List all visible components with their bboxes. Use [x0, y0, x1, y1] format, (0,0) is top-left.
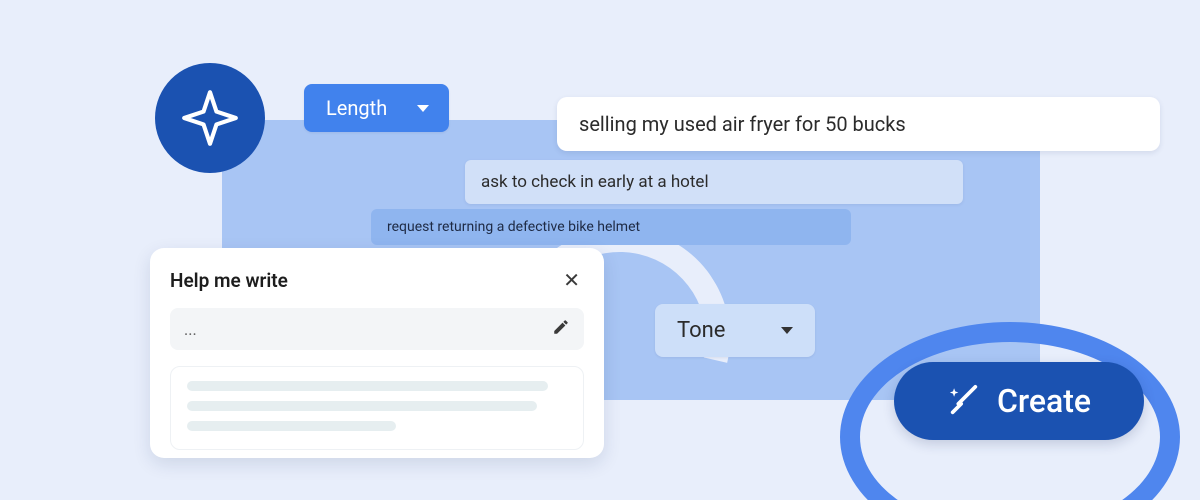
- placeholder-line: [187, 381, 548, 391]
- suggestion-1[interactable]: ask to check in early at a hotel: [465, 160, 963, 204]
- help-me-write-card: Help me write ✕ ...: [150, 248, 604, 458]
- suggestion-2[interactable]: request returning a defective bike helme…: [371, 209, 851, 245]
- output-preview: [170, 366, 584, 450]
- pencil-icon: [552, 318, 570, 340]
- placeholder-line: [187, 421, 396, 431]
- create-button[interactable]: Create: [894, 362, 1144, 440]
- length-label: Length: [326, 96, 387, 120]
- placeholder-line: [187, 401, 537, 411]
- sparkle-badge: [155, 63, 265, 173]
- card-prompt-input[interactable]: ...: [170, 308, 584, 350]
- suggestion-2-text: request returning a defective bike helme…: [387, 219, 640, 235]
- length-dropdown[interactable]: Length: [304, 84, 449, 132]
- sparkle-icon: [179, 87, 241, 149]
- close-icon: ✕: [563, 268, 580, 292]
- feature-collage: Length selling my used air fryer for 50 …: [0, 0, 1200, 500]
- close-button[interactable]: ✕: [559, 266, 584, 294]
- tone-label: Tone: [677, 318, 725, 343]
- card-title: Help me write: [170, 269, 288, 292]
- chevron-down-icon: [417, 105, 429, 112]
- magic-wand-icon: [947, 384, 981, 418]
- tone-dropdown[interactable]: Tone: [655, 304, 815, 357]
- card-input-placeholder: ...: [184, 320, 197, 339]
- create-label: Create: [997, 382, 1091, 420]
- chevron-down-icon: [781, 327, 793, 334]
- card-header: Help me write ✕: [170, 266, 584, 294]
- suggestion-1-text: ask to check in early at a hotel: [481, 172, 709, 192]
- prompt-input-main[interactable]: selling my used air fryer for 50 bucks: [557, 97, 1160, 151]
- prompt-main-text: selling my used air fryer for 50 bucks: [579, 112, 906, 136]
